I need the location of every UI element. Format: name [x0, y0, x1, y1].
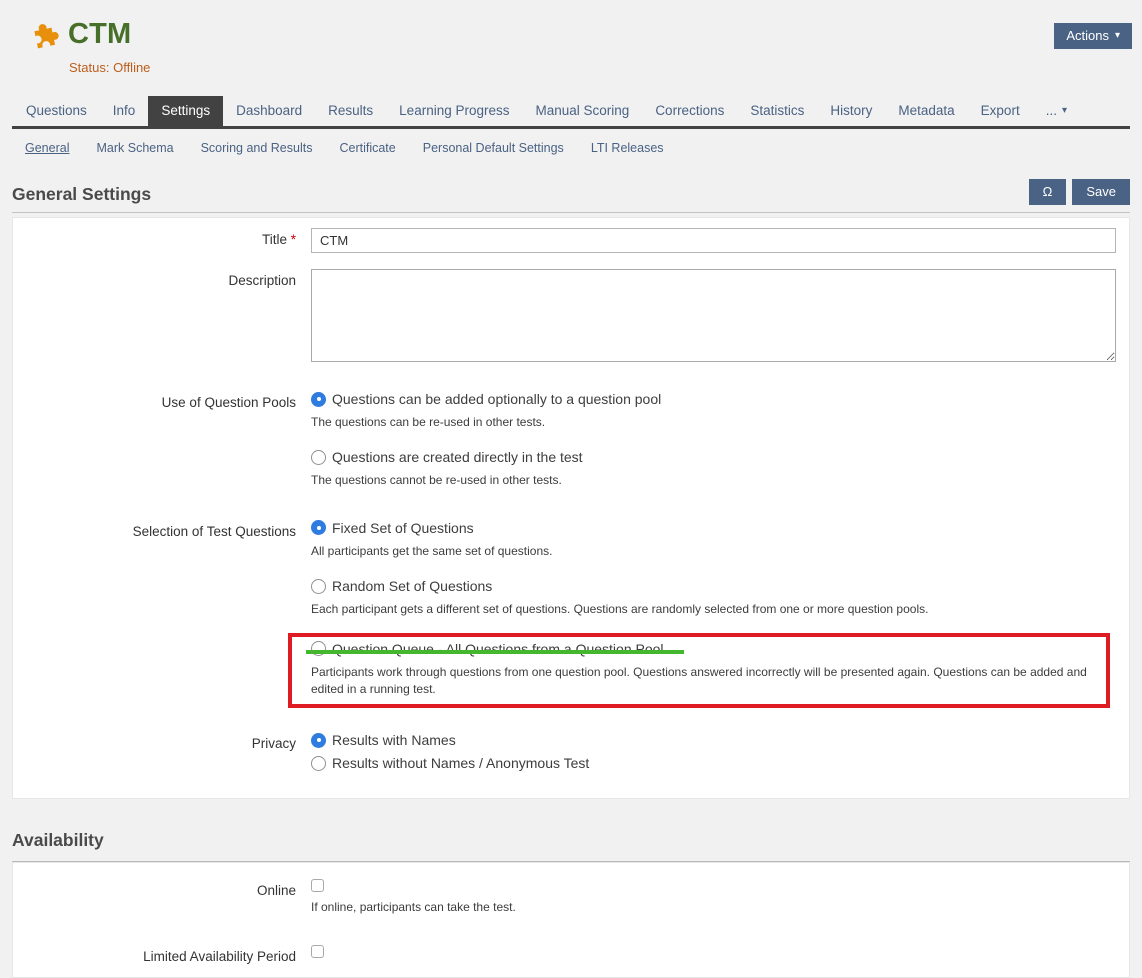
- radio-label: Results with Names: [332, 732, 456, 748]
- radio-label: Random Set of Questions: [332, 578, 492, 594]
- tab-more-label: ...: [1046, 103, 1057, 118]
- tab-statistics[interactable]: Statistics: [737, 96, 817, 126]
- limited-period-label: Limited Availability Period: [13, 945, 311, 964]
- radio-selected-icon[interactable]: [311, 520, 326, 535]
- radio-option[interactable]: Random Set of Questions: [311, 578, 1116, 594]
- limited-period-row: Limited Availability Period: [13, 945, 1129, 964]
- question-pools-label: Use of Question Pools: [13, 391, 311, 490]
- tab-more[interactable]: ... ▾: [1033, 96, 1080, 126]
- radio-option[interactable]: Questions are created directly in the te…: [311, 449, 1116, 465]
- radio-unselected-icon[interactable]: [311, 756, 326, 771]
- title-label-text: Title: [262, 232, 287, 247]
- radio-label: Questions can be added optionally to a q…: [332, 391, 661, 407]
- option-results-with-names: Results with Names: [311, 732, 1116, 748]
- radio-selected-icon[interactable]: [311, 733, 326, 748]
- privacy-row: Privacy Results with Names Results witho…: [13, 732, 1129, 778]
- radio-help-text: All participants get the same set of que…: [311, 543, 1116, 560]
- availability-header: Availability: [12, 817, 1130, 862]
- radio-label: Questions are created directly in the te…: [332, 449, 583, 465]
- question-pools-row: Use of Question Pools Questions can be a…: [13, 391, 1129, 490]
- question-selection-row: Selection of Test Questions Fixed Set of…: [13, 520, 1129, 699]
- radio-option[interactable]: Results without Names / Anonymous Test: [311, 755, 1116, 771]
- caret-down-icon: ▾: [1115, 31, 1120, 41]
- availability-form: Online If online, participants can take …: [12, 862, 1130, 978]
- save-button[interactable]: Save: [1072, 179, 1130, 205]
- title-input[interactable]: [311, 228, 1116, 253]
- tab-metadata[interactable]: Metadata: [885, 96, 967, 126]
- subtab-personal-default-settings[interactable]: Personal Default Settings: [423, 141, 564, 155]
- radio-help-text: The questions can be re-used in other te…: [311, 414, 1116, 431]
- section-title: General Settings: [12, 184, 151, 205]
- general-settings-header: General Settings Ω Save: [12, 179, 1130, 213]
- tab-export[interactable]: Export: [968, 96, 1033, 126]
- page-header: CTM Status: Offline Actions ▾: [0, 0, 1142, 96]
- option-results-anonymous: Results without Names / Anonymous Test: [311, 755, 1116, 771]
- online-checkbox[interactable]: [311, 879, 324, 892]
- subtab-certificate[interactable]: Certificate: [339, 141, 395, 155]
- online-help-text: If online, participants can take the tes…: [311, 899, 1116, 916]
- settings-subtabbar: General Mark Schema Scoring and Results …: [25, 141, 1130, 155]
- puzzle-icon: [24, 22, 60, 58]
- limited-period-checkbox[interactable]: [311, 945, 324, 958]
- tab-questions[interactable]: Questions: [13, 96, 100, 126]
- radio-unselected-icon[interactable]: [311, 641, 326, 656]
- radio-unselected-icon[interactable]: [311, 450, 326, 465]
- main-tabbar: Questions Info Settings Dashboard Result…: [12, 96, 1130, 129]
- radio-help-text: Each participant gets a different set of…: [311, 601, 1116, 618]
- radio-option[interactable]: Results with Names: [311, 732, 1116, 748]
- radio-help-text: Participants work through questions from…: [311, 664, 1101, 699]
- radio-option[interactable]: Fixed Set of Questions: [311, 520, 1116, 536]
- subtab-scoring-results[interactable]: Scoring and Results: [201, 141, 313, 155]
- question-selection-label: Selection of Test Questions: [13, 520, 311, 699]
- tab-manual-scoring[interactable]: Manual Scoring: [523, 96, 643, 126]
- caret-down-icon: ▾: [1062, 106, 1067, 116]
- subtab-mark-schema[interactable]: Mark Schema: [96, 141, 173, 155]
- radio-label: Results without Names / Anonymous Test: [332, 755, 589, 771]
- tab-dashboard[interactable]: Dashboard: [223, 96, 315, 126]
- section-title: Availability: [12, 830, 1130, 851]
- tab-history[interactable]: History: [817, 96, 885, 126]
- title-row: Title *: [13, 228, 1129, 253]
- tab-results[interactable]: Results: [315, 96, 386, 126]
- tab-learning-progress[interactable]: Learning Progress: [386, 96, 522, 126]
- radio-option[interactable]: Questions can be added optionally to a q…: [311, 391, 1116, 407]
- description-label: Description: [13, 269, 311, 367]
- actions-button[interactable]: Actions ▾: [1054, 23, 1132, 49]
- description-row: Description: [13, 269, 1129, 367]
- tab-corrections[interactable]: Corrections: [642, 96, 737, 126]
- radio-unselected-icon[interactable]: [311, 579, 326, 594]
- required-asterisk: *: [291, 232, 296, 247]
- tab-settings[interactable]: Settings: [148, 96, 223, 126]
- option-pool-direct: Questions are created directly in the te…: [311, 449, 1116, 489]
- radio-selected-icon[interactable]: [311, 392, 326, 407]
- page-title: CTM: [68, 18, 131, 51]
- online-row: Online If online, participants can take …: [13, 879, 1129, 916]
- omega-button[interactable]: Ω: [1029, 179, 1067, 205]
- option-question-queue: Question Queue - All Questions from a Qu…: [311, 641, 1116, 699]
- online-label: Online: [13, 879, 311, 916]
- actions-button-label: Actions: [1066, 28, 1109, 43]
- option-fixed-set: Fixed Set of Questions All participants …: [311, 520, 1116, 560]
- privacy-label: Privacy: [13, 732, 311, 778]
- tab-info[interactable]: Info: [100, 96, 149, 126]
- option-random-set: Random Set of Questions Each participant…: [311, 578, 1116, 618]
- subtab-general[interactable]: General: [25, 141, 69, 155]
- title-label: Title *: [13, 228, 311, 253]
- radio-option[interactable]: Question Queue - All Questions from a Qu…: [311, 641, 1116, 657]
- option-pool-optional: Questions can be added optionally to a q…: [311, 391, 1116, 431]
- subtab-lti-releases[interactable]: LTI Releases: [591, 141, 664, 155]
- radio-label: Question Queue - All Questions from a Qu…: [332, 641, 664, 657]
- status-badge: Status: Offline: [69, 60, 150, 75]
- radio-help-text: The questions cannot be re-used in other…: [311, 472, 1116, 489]
- radio-label: Fixed Set of Questions: [332, 520, 474, 536]
- description-textarea[interactable]: [311, 269, 1116, 362]
- general-settings-form: Title * Description Use of Question Pool…: [12, 217, 1130, 799]
